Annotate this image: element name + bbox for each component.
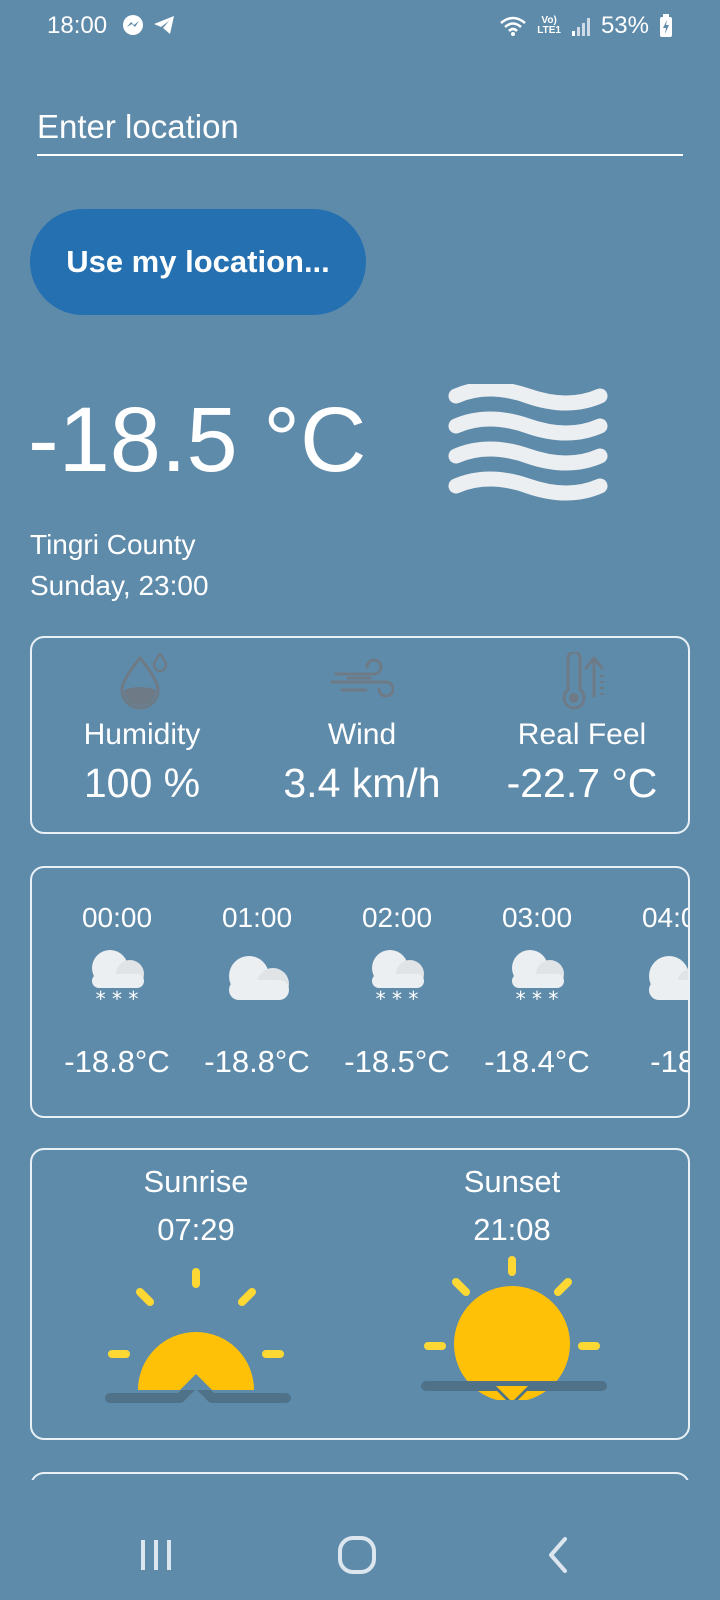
hourly-item: 01:00 -18.8°C [192,868,322,1080]
hourly-temp: -18.5°C [344,1044,450,1079]
details-card: Humidity 100 % Wind 3.4 km/h Real Feel -… [30,636,690,834]
current-datetime: Sunday, 23:00 [30,570,209,601]
battery-icon [660,14,672,37]
telegram-icon [154,16,174,34]
sunset-label: Sunset [463,1164,561,1199]
wind-icon [330,658,394,698]
snow-cloud-icon: * * * [92,950,144,1011]
sun-card: Sunrise 07:29 Sunset 21:08 [30,1148,690,1440]
recent-apps-button[interactable] [126,1530,186,1580]
sunset-section: Sunset 21:08 [362,1150,662,1406]
signal-icon [571,18,590,36]
snow-cloud-icon: * * * [512,950,564,1011]
thermometer-icon [562,652,604,710]
hourly-temp: -18.4°C [484,1044,590,1079]
hourly-time: 03:00 [501,902,573,933]
hourly-item: 03:00 * * * -18.4°C [472,868,602,1080]
svg-text:* * *: * * * [376,987,419,1011]
status-time: 18:00 [47,12,108,39]
volte-icon: Vo) LTE1 [537,15,561,36]
back-icon [549,1537,567,1573]
svg-text:* * *: * * * [516,987,559,1011]
sunrise-label: Sunrise [143,1164,249,1199]
hourly-time: 04:00 [641,902,688,933]
status-notification-icons [122,14,176,36]
humidity-value: 100 % [83,760,201,806]
detail-humidity: Humidity 100 % [32,638,252,807]
messenger-icon [123,15,143,35]
fog-icon [448,384,608,501]
hourly-item: 04:00 -18. [612,868,688,1080]
svg-text:* * *: * * * [96,987,139,1011]
sunset-icon [421,1256,607,1406]
back-button[interactable] [528,1530,588,1580]
home-icon [338,1536,376,1574]
snow-cloud-icon: * * * [372,950,424,1011]
detail-real-feel: Real Feel -22.7 °C [472,638,692,807]
sunrise-icon [105,1268,291,1403]
real-feel-label: Real Feel [517,718,647,751]
recent-apps-icon [141,1540,171,1570]
city-name: Tingri County [30,529,196,560]
current-temperature: -18.5 °C [28,389,367,491]
humidity-label: Humidity [83,718,201,751]
hourly-temp: -18.8°C [204,1044,310,1079]
status-right-icons: Vo) LTE1 53% [499,12,673,40]
use-my-location-button[interactable]: Use my location... [30,209,366,315]
real-feel-value: -22.7 °C [506,760,658,806]
hourly-item: 00:00 * * * -18.8°C [52,868,182,1080]
battery-percent: 53% [600,12,649,39]
sunset-time: 21:08 [473,1212,551,1247]
hourly-temp: -18.8°C [64,1044,170,1079]
hourly-forecast-card[interactable]: 00:00 * * * -18.8°C 01:00 -18.8°C 02:00 [30,866,690,1118]
home-button[interactable] [327,1530,387,1580]
hourly-temp: -18. [650,1044,688,1079]
hourly-time: 01:00 [221,902,293,933]
wifi-icon [500,16,527,36]
hourly-time: 00:00 [81,902,153,933]
wind-label: Wind [327,718,397,751]
hourly-item: 02:00 * * * -18.5°C [332,868,462,1080]
cloud-icon [229,956,289,1000]
cloud-icon [649,956,688,1000]
wind-value: 3.4 km/h [283,760,441,806]
sunrise-time: 07:29 [157,1212,235,1247]
detail-wind: Wind 3.4 km/h [252,638,472,807]
hourly-time: 02:00 [361,902,433,933]
sunrise-section: Sunrise 07:29 [46,1150,346,1417]
humidity-icon [120,652,168,710]
location-input[interactable] [37,100,683,156]
